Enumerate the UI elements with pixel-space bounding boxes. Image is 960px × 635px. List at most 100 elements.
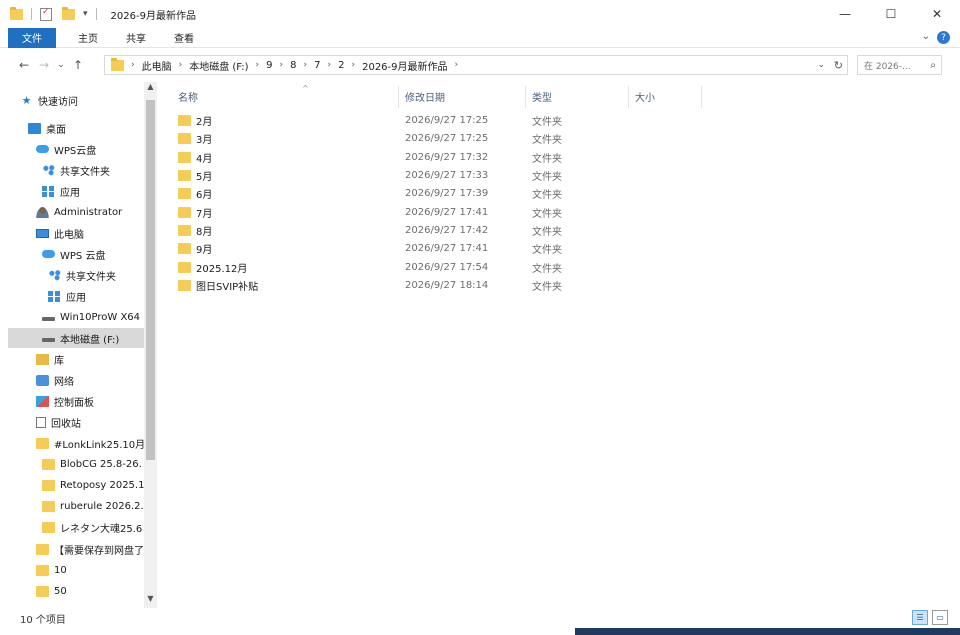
refresh-icon[interactable]: ↻: [834, 59, 843, 72]
nav-wps-cloud-2[interactable]: WPS 云盘: [42, 244, 105, 264]
nav-recycle-bin[interactable]: 回收站: [36, 412, 81, 432]
navigation-row: ← → ⌄ ↑ › 此电脑 › 本地磁盘 (F:) › 9 › 8 › 7 › …: [0, 52, 960, 78]
nav-folder-50[interactable]: 50: [36, 581, 67, 601]
file-row[interactable]: 图日SVIP补贴 2026/9/27 18:14 文件夹: [178, 276, 698, 294]
breadcrumb-2[interactable]: 2: [334, 60, 348, 71]
file-row[interactable]: 2月 2026/9/27 17:25 文件夹: [178, 111, 698, 129]
file-row[interactable]: 6月 2026/9/27 17:39 文件夹: [178, 184, 698, 202]
nav-folder-save-to-cloud[interactable]: 【需要保存到网盘了: [36, 539, 144, 559]
file-row[interactable]: 5月 2026/9/27 17:33 文件夹: [178, 166, 698, 184]
address-bar[interactable]: › 此电脑 › 本地磁盘 (F:) › 9 › 8 › 7 › 2 › 2026…: [104, 55, 848, 75]
forward-arrow-icon[interactable]: →: [34, 58, 54, 72]
breadcrumb-drive-f[interactable]: 本地磁盘 (F:): [185, 58, 252, 73]
breadcrumb-7[interactable]: 7: [310, 60, 324, 71]
properties-icon[interactable]: [40, 7, 52, 21]
column-size-header[interactable]: 大小: [635, 86, 655, 106]
column-divider[interactable]: [628, 86, 629, 108]
share-icon: [48, 269, 61, 281]
chevron-right-icon[interactable]: ›: [301, 60, 311, 70]
nav-folder-10[interactable]: 10: [36, 560, 67, 580]
chevron-right-icon[interactable]: ›: [253, 60, 263, 70]
up-arrow-icon[interactable]: ↑: [68, 58, 88, 72]
nav-libraries[interactable]: 库: [36, 349, 64, 369]
nav-folder-ruberule[interactable]: ruberule 2026.2.: [42, 496, 144, 516]
search-icon[interactable]: ⌕: [930, 60, 936, 71]
column-divider[interactable]: [701, 86, 702, 108]
column-type-header[interactable]: 类型: [532, 86, 552, 106]
nav-drive-f[interactable]: 本地磁盘 (F:): [8, 328, 144, 348]
minimize-button[interactable]: —: [822, 0, 868, 28]
file-row[interactable]: 2025.12月 2026/9/27 17:54 文件夹: [178, 258, 698, 276]
nav-label: 网络: [54, 376, 74, 388]
nav-apps[interactable]: 应用: [42, 181, 80, 201]
nav-desktop[interactable]: 桌面: [28, 118, 66, 138]
file-date: 2026/9/27 17:32: [405, 151, 489, 163]
nav-shared-folder[interactable]: 共享文件夹: [42, 160, 110, 180]
nav-scrollbar[interactable]: ▲ ▼: [144, 82, 157, 608]
nav-folder-blobcg[interactable]: BlobCG 25.8-26.: [42, 454, 142, 474]
chevron-right-icon[interactable]: ›: [176, 60, 186, 70]
file-row[interactable]: 4月 2026/9/27 17:32 文件夹: [178, 148, 698, 166]
chevron-down-icon[interactable]: ⌄: [922, 31, 930, 42]
nav-win10-drive[interactable]: Win10ProW X64: [42, 307, 140, 327]
nav-folder-retoposy[interactable]: Retoposy 2025.1: [42, 475, 144, 495]
breadcrumb-8[interactable]: 8: [286, 60, 300, 71]
nav-network[interactable]: 网络: [36, 370, 74, 390]
nav-label: WPS云盘: [54, 145, 97, 157]
nav-this-pc[interactable]: 此电脑: [36, 223, 84, 243]
file-name: 2月: [196, 116, 213, 128]
chevron-right-icon[interactable]: ›: [128, 60, 138, 70]
scroll-down-icon[interactable]: ▼: [144, 594, 157, 608]
column-date-header[interactable]: 修改日期: [405, 86, 445, 106]
file-row[interactable]: 7月 2026/9/27 17:41 文件夹: [178, 203, 698, 221]
file-name: 8月: [196, 226, 213, 238]
file-row[interactable]: 8月 2026/9/27 17:42 文件夹: [178, 221, 698, 239]
tab-file[interactable]: 文件: [8, 27, 56, 48]
chevron-right-icon[interactable]: ›: [325, 60, 335, 70]
tab-share[interactable]: 共享: [112, 28, 160, 48]
nav-folder-renetan[interactable]: レネタン大魂25.6: [42, 517, 142, 537]
column-name-header[interactable]: 名称 ^: [178, 84, 309, 106]
customize-dropdown-icon[interactable]: ▾: [83, 9, 88, 19]
nav-control-panel[interactable]: 控制面板: [36, 391, 94, 411]
nav-wps-cloud[interactable]: WPS云盘: [36, 139, 96, 159]
folder-icon: [178, 187, 191, 199]
address-dropdown-icon[interactable]: ⌄: [817, 60, 825, 70]
maximize-button[interactable]: ☐: [868, 0, 914, 28]
recent-locations-icon[interactable]: ⌄: [54, 60, 68, 70]
details-view-icon[interactable]: ☰: [912, 610, 928, 625]
column-divider[interactable]: [398, 86, 399, 108]
file-row[interactable]: 3月 2026/9/27 17:25 文件夹: [178, 129, 698, 147]
chevron-right-icon[interactable]: ›: [348, 60, 358, 70]
large-icons-view-icon[interactable]: ▭: [932, 610, 948, 625]
nav-label: 【需要保存到网盘了: [54, 545, 144, 557]
new-folder-icon[interactable]: [62, 6, 75, 20]
file-name: 9月: [196, 244, 213, 256]
folder-icon: [42, 500, 55, 512]
breadcrumb-this-pc[interactable]: 此电脑: [138, 58, 176, 73]
nav-quick-access[interactable]: ★ 快速访问: [20, 90, 78, 110]
search-input[interactable]: 在 2026-... ⌕: [857, 55, 942, 75]
breadcrumb-current[interactable]: 2026-9月最新作品: [358, 58, 451, 73]
help-icon[interactable]: ?: [937, 31, 950, 44]
nav-administrator[interactable]: Administrator: [36, 202, 122, 222]
file-date: 2026/9/27 17:42: [405, 224, 489, 236]
column-label: 名称: [178, 92, 198, 104]
chevron-right-icon[interactable]: ›: [277, 60, 287, 70]
tab-home[interactable]: 主页: [64, 28, 112, 48]
nav-folder-lonklink[interactable]: #LonkLink25.10月: [36, 433, 145, 453]
nav-shared-folder-2[interactable]: 共享文件夹: [48, 265, 116, 285]
folder-icon: [36, 437, 49, 449]
close-button[interactable]: ✕: [914, 0, 960, 28]
scroll-up-icon[interactable]: ▲: [144, 82, 157, 96]
scrollbar-thumb[interactable]: [146, 100, 155, 460]
column-divider[interactable]: [525, 86, 526, 108]
nav-apps-2[interactable]: 应用: [48, 286, 86, 306]
back-arrow-icon[interactable]: ←: [14, 58, 34, 72]
chevron-right-icon[interactable]: ›: [452, 60, 462, 70]
nav-label: 控制面板: [54, 397, 94, 409]
breadcrumb-9[interactable]: 9: [262, 60, 276, 71]
file-row[interactable]: 9月 2026/9/27 17:41 文件夹: [178, 239, 698, 257]
tab-view[interactable]: 查看: [160, 28, 208, 48]
nav-label: 桌面: [46, 124, 66, 136]
